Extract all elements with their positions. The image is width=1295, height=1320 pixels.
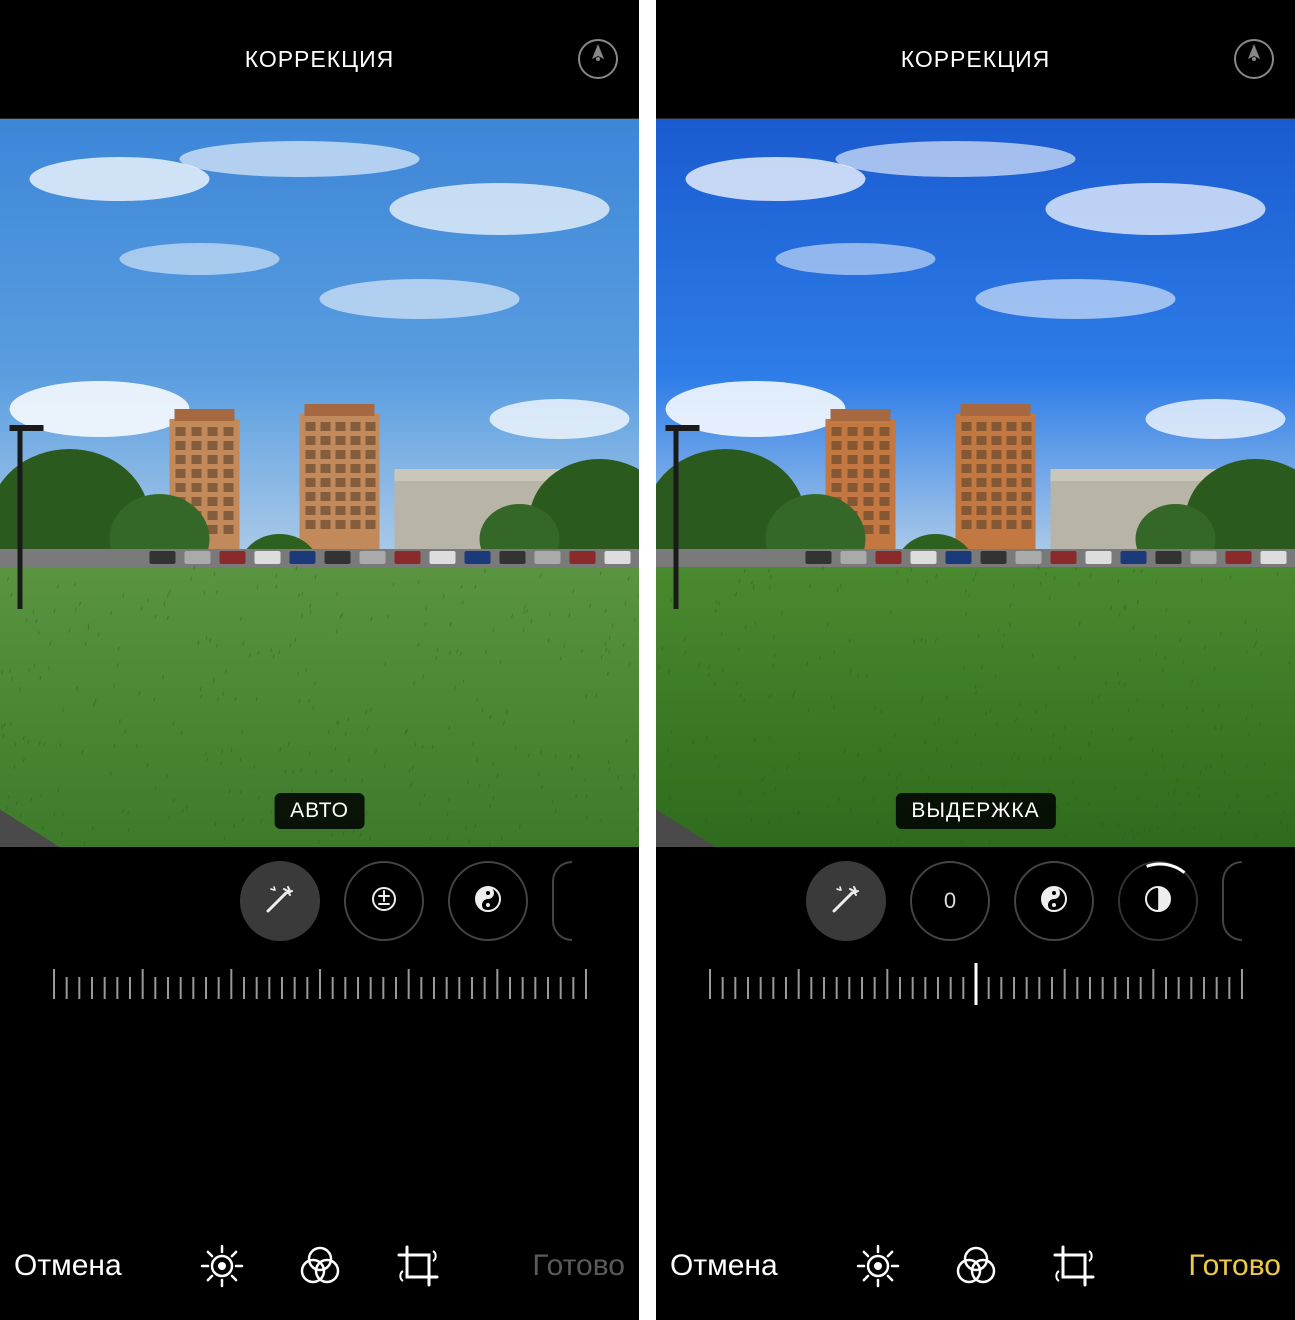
auto-dial[interactable] — [806, 861, 886, 941]
auto-dial[interactable] — [240, 861, 320, 941]
bottom-bar: Отмена Готово — [0, 1212, 639, 1320]
yin-yang-icon — [468, 879, 508, 924]
cancel-button[interactable]: Отмена — [670, 1249, 778, 1283]
next-dial[interactable] — [1222, 861, 1242, 941]
brilliance-dial[interactable] — [448, 861, 528, 941]
brilliance-dial[interactable] — [1014, 861, 1094, 941]
adjustment-label-chip: АВТО — [274, 793, 365, 829]
adjustment-dials[interactable]: 0 — [656, 847, 1295, 955]
markup-icon[interactable] — [577, 38, 619, 80]
filters-tab[interactable] — [297, 1243, 343, 1289]
adjustment-label-chip: ВЫДЕРЖКА — [895, 793, 1055, 829]
yin-yang-icon — [1034, 879, 1074, 924]
header: КОРРЕКЦИЯ — [0, 0, 639, 119]
exposure-dial[interactable] — [344, 861, 424, 941]
magic-wand-icon — [260, 879, 300, 924]
filters-tab[interactable] — [953, 1243, 999, 1289]
mode-tabs — [855, 1243, 1097, 1289]
value-slider[interactable] — [0, 955, 639, 1013]
magic-wand-icon — [826, 879, 866, 924]
markup-icon[interactable] — [1233, 38, 1275, 80]
page-title: КОРРЕКЦИЯ — [245, 46, 395, 73]
bottom-bar: Отмена Готово — [656, 1212, 1295, 1320]
header: КОРРЕКЦИЯ — [656, 0, 1295, 119]
cancel-button[interactable]: Отмена — [14, 1249, 122, 1283]
adjust-tab[interactable] — [199, 1243, 245, 1289]
crop-tab[interactable] — [1051, 1243, 1097, 1289]
exposure-value: 0 — [944, 888, 956, 914]
value-slider[interactable] — [656, 955, 1295, 1013]
adjust-tab[interactable] — [855, 1243, 901, 1289]
page-title: КОРРЕКЦИЯ — [901, 46, 1051, 73]
editor-pane: КОРРЕКЦИЯ — [656, 0, 1295, 1320]
mode-tabs — [199, 1243, 441, 1289]
highlights-dial[interactable] — [1118, 861, 1198, 941]
done-button[interactable]: Готово — [532, 1249, 625, 1283]
photo-preview[interactable]: ВЫДЕРЖКА — [656, 119, 1295, 847]
done-button[interactable]: Готово — [1188, 1249, 1281, 1283]
adjustment-dials[interactable] — [0, 847, 639, 955]
crop-tab[interactable] — [395, 1243, 441, 1289]
editor-pane: КОРРЕКЦИЯ — [0, 0, 639, 1320]
next-dial[interactable] — [552, 861, 572, 941]
exposure-dial[interactable]: 0 — [910, 861, 990, 941]
exposure-icon — [364, 879, 404, 924]
photo-preview[interactable]: АВТО — [0, 119, 639, 847]
